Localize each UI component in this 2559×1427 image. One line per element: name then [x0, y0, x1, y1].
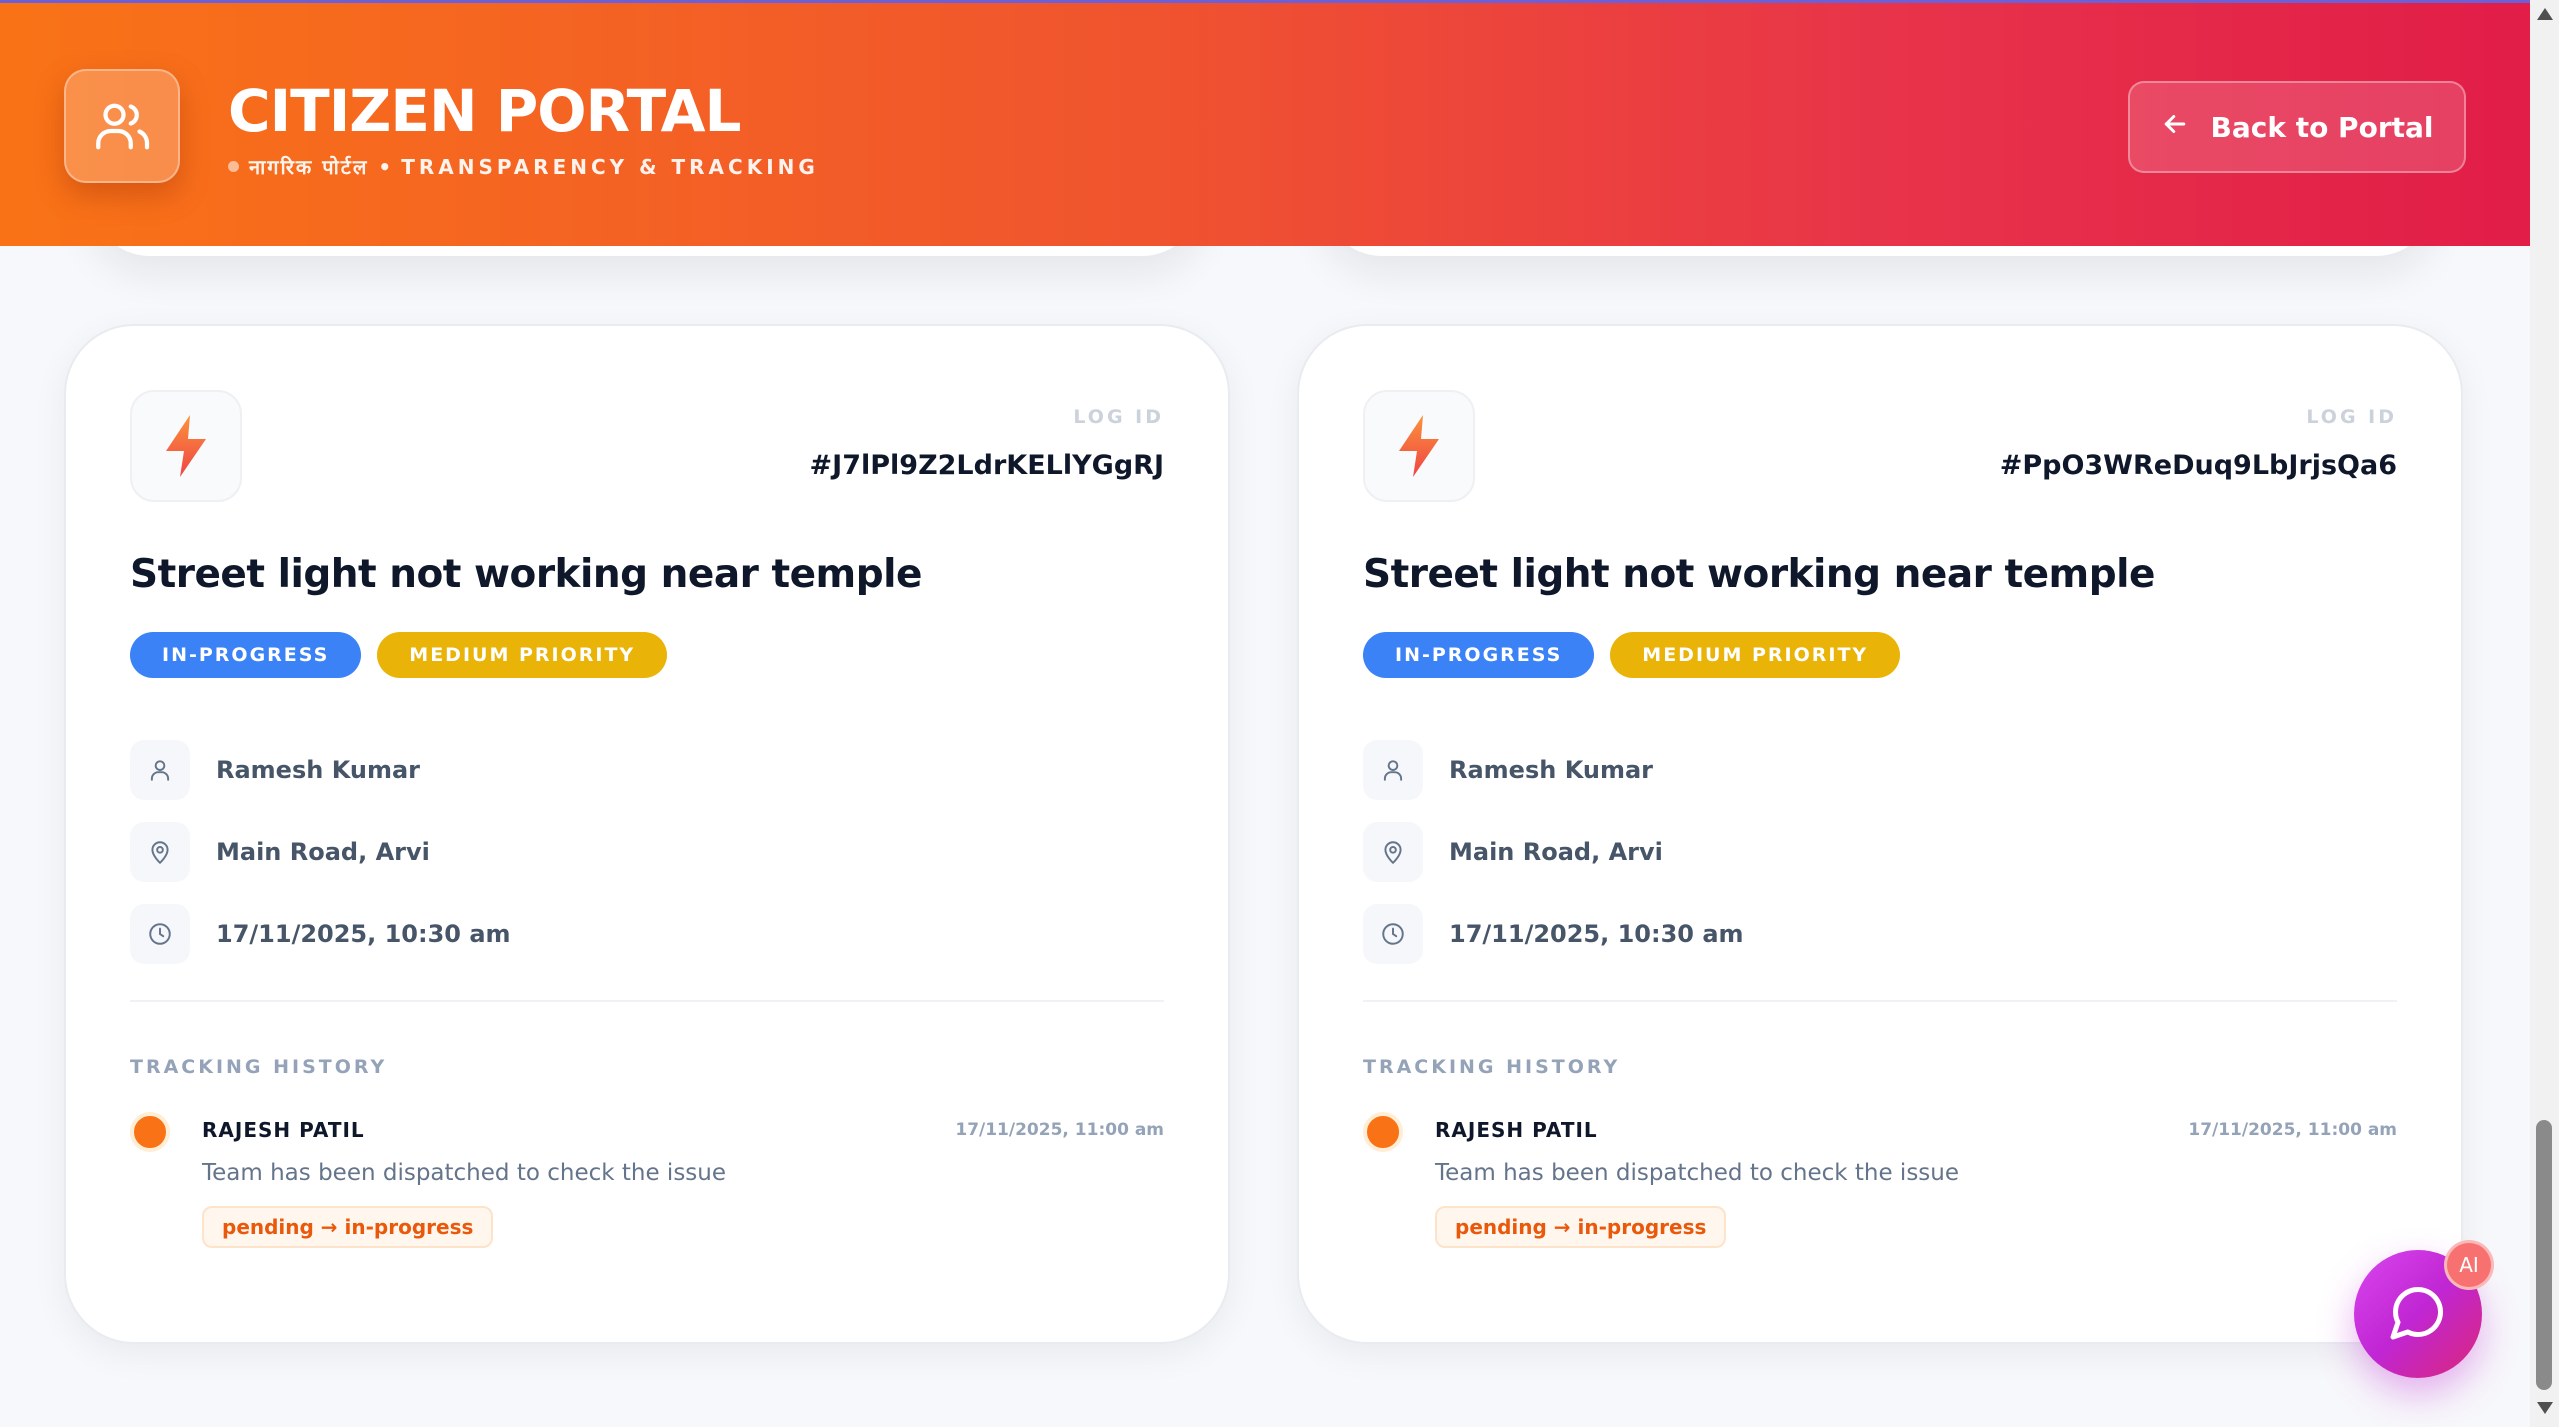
tracking-history-label: TRACKING HISTORY: [1363, 1056, 1621, 1078]
user-icon: [1363, 740, 1423, 800]
complaint-card: LOG ID #PpO3WReDuq9LbJrjsQa6 Street ligh…: [1297, 324, 2463, 1344]
scroll-up-arrow-icon[interactable]: [2537, 8, 2553, 20]
status-badge: IN-PROGRESS: [1363, 632, 1595, 678]
back-to-portal-button[interactable]: Back to Portal: [2128, 81, 2466, 173]
chat-bubble-icon: [2388, 1282, 2448, 1346]
reporter-row: Ramesh Kumar: [130, 740, 420, 800]
back-button-label: Back to Portal: [2210, 110, 2434, 144]
complaint-title: Street light not working near temple: [1363, 552, 2155, 597]
header-subtitle: नागरिक पोर्टल • TRANSPARENCY & TRACKING: [228, 153, 819, 180]
user-icon: [130, 740, 190, 800]
map-pin-icon: [1363, 822, 1423, 882]
log-id-label: LOG ID: [1073, 406, 1164, 428]
timeline-dot: [130, 1112, 170, 1152]
location-text: Main Road, Arvi: [216, 838, 430, 866]
history-message: Team has been dispatched to check the is…: [1435, 1160, 1960, 1186]
location-text: Main Road, Arvi: [1449, 838, 1663, 866]
app-header: CITIZEN PORTAL नागरिक पोर्टल • TRANSPARE…: [0, 0, 2530, 246]
location-row: Main Road, Arvi: [1363, 822, 1663, 882]
subtitle-hindi: नागरिक पोर्टल: [249, 155, 369, 179]
subtitle-english: TRANSPARENCY & TRACKING: [401, 154, 819, 179]
tracking-history-label: TRACKING HISTORY: [130, 1056, 388, 1078]
log-id-label: LOG ID: [2306, 406, 2397, 428]
history-author: RAJESH PATIL: [1435, 1118, 1598, 1142]
log-id-value: #J7lPl9Z2LdrKELlYGgRJ: [809, 450, 1164, 481]
datetime-text: 17/11/2025, 10:30 am: [1449, 920, 1744, 948]
history-timestamp: 17/11/2025, 11:00 am: [2188, 1120, 2397, 1140]
datetime-text: 17/11/2025, 10:30 am: [216, 920, 511, 948]
page: CITIZEN PORTAL नागरिक पोर्टल • TRANSPARE…: [0, 0, 2559, 1427]
scroll-down-arrow-icon[interactable]: [2537, 1402, 2553, 1414]
status-change-tag: pending → in-progress: [1435, 1206, 1727, 1248]
card-divider: [1363, 1000, 2397, 1002]
complaint-title: Street light not working near temple: [130, 552, 922, 597]
page-title: CITIZEN PORTAL: [228, 77, 741, 145]
history-author: RAJESH PATIL: [202, 1118, 365, 1142]
badge-row: IN-PROGRESS MEDIUM PRIORITY: [130, 632, 668, 678]
location-row: Main Road, Arvi: [130, 822, 430, 882]
priority-badge: MEDIUM PRIORITY: [377, 632, 668, 678]
log-id-value: #PpO3WReDuq9LbJrjsQa6: [1999, 450, 2397, 481]
priority-badge: MEDIUM PRIORITY: [1610, 632, 1901, 678]
reporter-name: Ramesh Kumar: [1449, 756, 1653, 784]
arrow-left-icon: [2160, 109, 2190, 146]
scrollbar-thumb[interactable]: [2536, 1120, 2552, 1390]
reporter-name: Ramesh Kumar: [216, 756, 420, 784]
reporter-row: Ramesh Kumar: [1363, 740, 1653, 800]
subtitle-separator: •: [378, 154, 392, 179]
history-message: Team has been dispatched to check the is…: [202, 1160, 727, 1186]
lightning-bolt-icon: [1363, 390, 1475, 502]
card-divider: [130, 1000, 1164, 1002]
clock-icon: [1363, 904, 1423, 964]
clock-icon: [130, 904, 190, 964]
ai-badge: AI: [2444, 1240, 2494, 1290]
datetime-row: 17/11/2025, 10:30 am: [130, 904, 511, 964]
status-change-tag: pending → in-progress: [202, 1206, 494, 1248]
history-timestamp: 17/11/2025, 11:00 am: [955, 1120, 1164, 1140]
map-pin-icon: [130, 822, 190, 882]
status-badge: IN-PROGRESS: [130, 632, 362, 678]
badge-row: IN-PROGRESS MEDIUM PRIORITY: [1363, 632, 1901, 678]
lightning-bolt-icon: [130, 390, 242, 502]
datetime-row: 17/11/2025, 10:30 am: [1363, 904, 1744, 964]
complaint-card: LOG ID #J7lPl9Z2LdrKELlYGgRJ Street ligh…: [64, 324, 1230, 1344]
subtitle-dot: [228, 161, 239, 172]
users-icon: [64, 69, 180, 183]
timeline-dot: [1363, 1112, 1403, 1152]
